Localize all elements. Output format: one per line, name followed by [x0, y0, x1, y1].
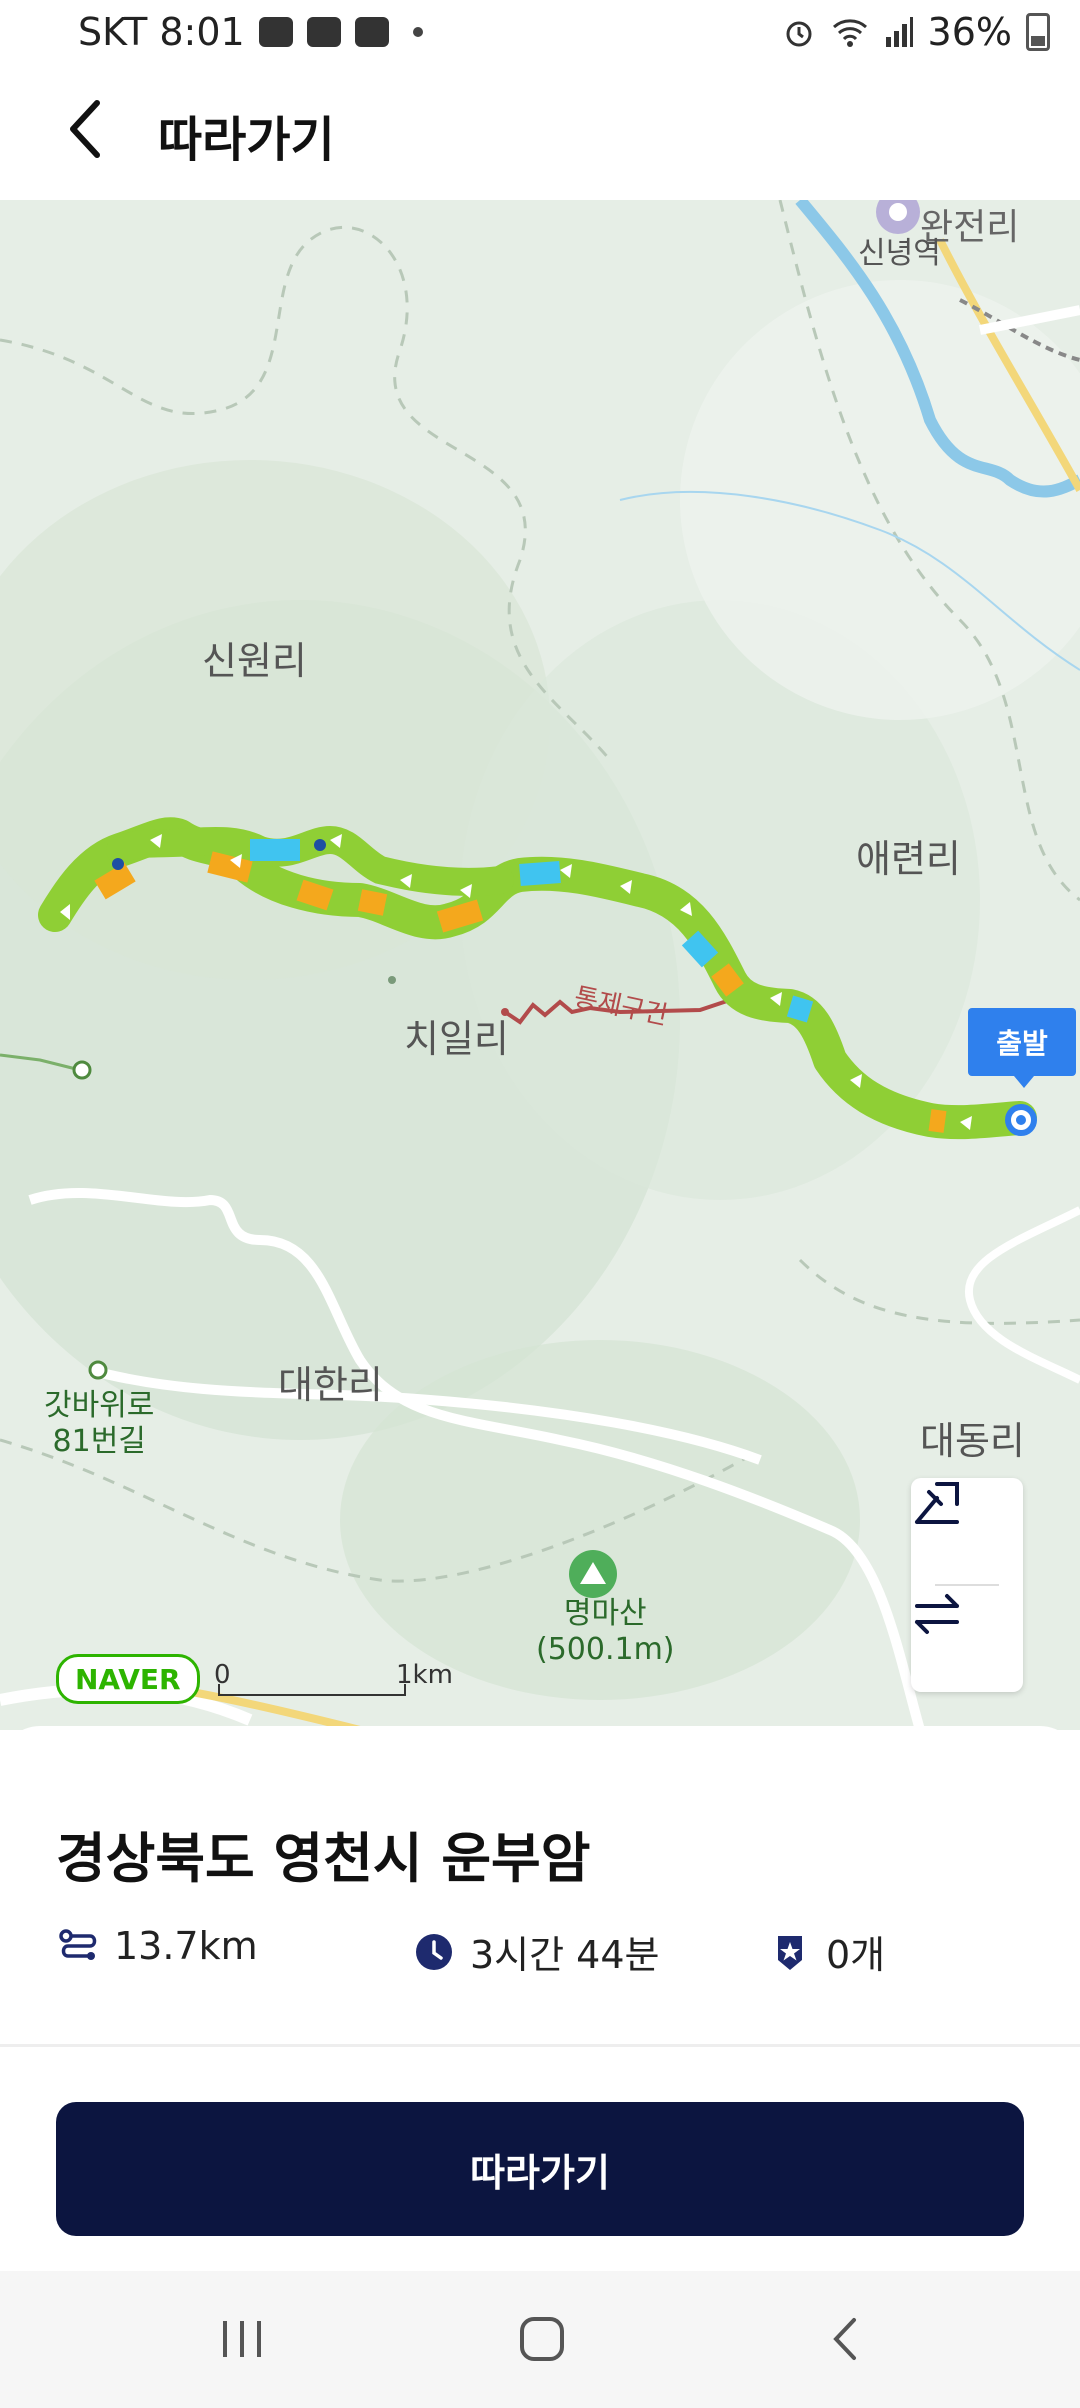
place-sinnyeong-station: 신녕역: [858, 236, 941, 271]
badges-stat: 0개: [768, 1924, 885, 1979]
notification-dot-icon: [412, 27, 423, 37]
duration-stat: 3시간 44분: [412, 1924, 660, 1979]
swap-arrows-icon: [915, 1594, 959, 1634]
home-button[interactable]: [502, 2307, 582, 2371]
system-nav-bar: [0, 2271, 1080, 2408]
place-sinwon: 신원리: [202, 639, 307, 683]
elevation-icon: [915, 1482, 959, 1524]
chevron-left-icon: [70, 100, 100, 158]
start-marker-badge: 출발: [968, 1008, 1076, 1088]
badges-value: 0개: [826, 1933, 886, 1977]
location-title: 경상북도 영천시 운부암: [56, 1827, 591, 1890]
signal-icon: [885, 17, 913, 47]
page-title: 따라가기: [158, 112, 335, 168]
clock-icon: [412, 1930, 456, 1974]
swap-direction-button[interactable]: [911, 1588, 1023, 1688]
route-map[interactable]: 완전리 신녕역 신원리 애련리 치일리 통제구간 대한리 대동리 갓바위로 81…: [0, 200, 1080, 1730]
route-info-sheet: 경상북도 영천시 운부암 13.7km 3시간 44분 0개 따라가기: [0, 1726, 1080, 2271]
naver-logo: NAVER: [56, 1654, 200, 1704]
wear-icon: [354, 17, 389, 47]
place-gatbawi-road: 갓바위로 81번길: [44, 1388, 155, 1459]
status-bar: SKT 8:01 36%: [0, 0, 1080, 64]
system-back-button[interactable]: [806, 2307, 886, 2371]
star-badge-icon: [768, 1930, 812, 1974]
map-controls: [911, 1478, 1023, 1692]
controls-divider: [935, 1584, 999, 1586]
duration-value: 3시간 44분: [470, 1933, 660, 1977]
carrier-time: SKT 8:01: [78, 10, 245, 54]
elevation-toggle-button[interactable]: [911, 1478, 1023, 1578]
wifi-icon: [832, 19, 867, 47]
sheet-divider: [0, 2044, 1080, 2047]
route-stats: 13.7km 3시간 44분 0개: [56, 1924, 1036, 1984]
alarm-icon: [786, 21, 812, 47]
place-myeongmasan: 명마산 (500.1m): [536, 1596, 675, 1667]
recent-apps-icon: [223, 2321, 261, 2357]
route-icon: [56, 1924, 100, 1968]
home-icon: [520, 2317, 564, 2361]
place-chiil: 치일리: [404, 1017, 509, 1061]
follow-button[interactable]: 따라가기: [56, 2102, 1024, 2236]
place-daedong: 대동리: [920, 1419, 1025, 1463]
distance-stat: 13.7km: [56, 1924, 258, 1968]
gallery-icon: [258, 17, 293, 47]
map-scale: 0 1km: [214, 1660, 453, 1700]
youtube-icon: [306, 17, 341, 47]
back-button[interactable]: [50, 94, 120, 164]
app-header: 따라가기: [0, 64, 1080, 200]
back-arrow-icon: [833, 2318, 856, 2360]
place-aeryeon: 애련리: [856, 837, 961, 881]
scale-bar: [218, 1684, 406, 1696]
distance-value: 13.7km: [114, 1924, 258, 1968]
recent-apps-button[interactable]: [202, 2307, 282, 2371]
battery-icon: [1026, 13, 1050, 51]
place-daehan: 대한리: [278, 1363, 383, 1407]
battery-percent: 36%: [927, 10, 1012, 54]
